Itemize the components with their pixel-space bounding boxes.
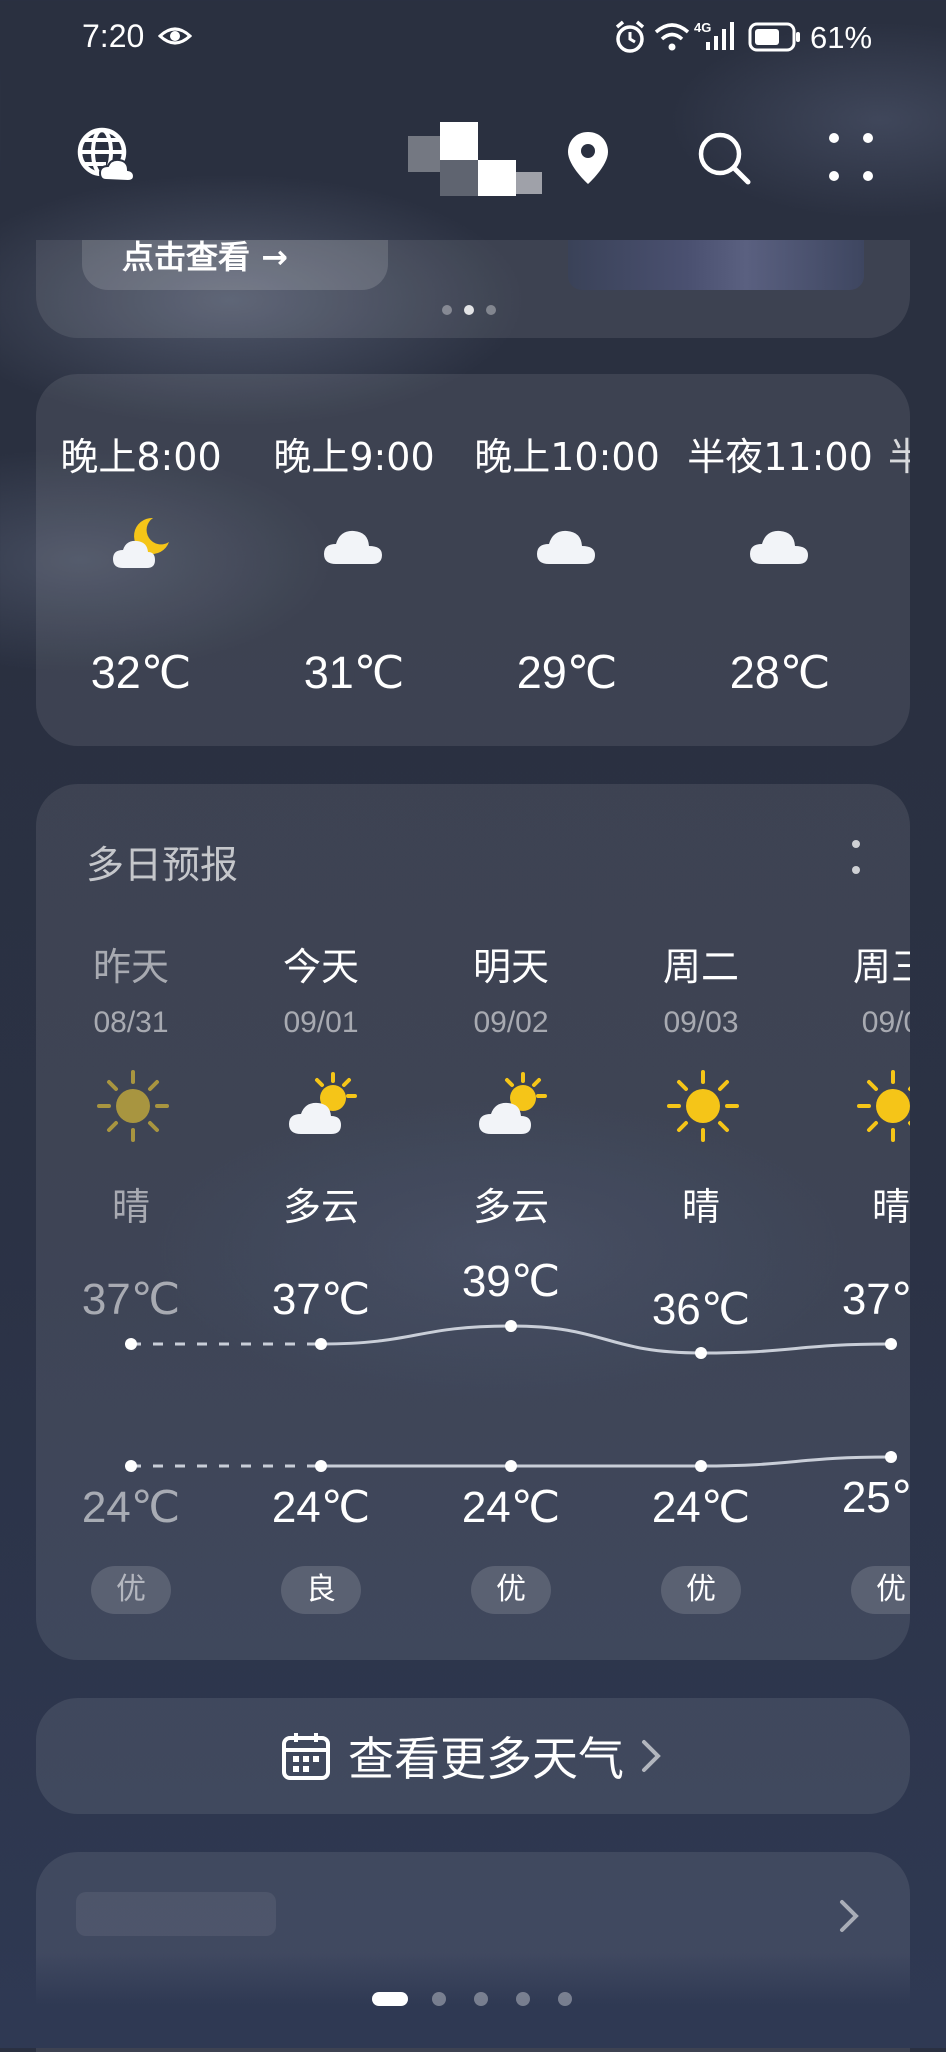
censor-block [440,160,478,196]
high-temp-point [125,1338,137,1350]
hour-time: 晚上8:00 [60,435,222,479]
banner-pager [442,304,502,316]
banner-view-button[interactable]: 点击查看 → [82,238,388,290]
page-dot [558,1992,572,2006]
high-temp-line [320,1324,892,1355]
hour-temp: 31℃ [303,647,405,698]
low-temp-point [505,1460,517,1472]
low-temp-point [315,1460,327,1472]
pager-dot [486,305,496,315]
wifi-icon [654,23,690,51]
moon-cloud-icon [113,517,169,568]
banner-image [568,240,864,290]
hour-time: 半夜11:00 [687,435,873,479]
chevron-right-icon [642,1740,661,1772]
cloud-icon [324,530,382,564]
search-button[interactable] [694,128,754,188]
city-name-censored [400,122,550,202]
hour-item: 半夜11:00 28℃ [675,374,885,746]
low-temp-point [885,1451,897,1463]
low-temp-line [320,1455,892,1468]
more-menu-button[interactable] [826,130,876,186]
alarm-icon [615,20,645,53]
cloud-icon [750,530,808,564]
location-pin-icon [568,132,608,184]
more-weather-label: 查看更多天气 [348,1732,624,1786]
eye-icon [158,27,192,45]
more-icon [829,133,873,181]
hour-temp: 29℃ [516,647,618,698]
hour-time: 晚上10:00 [474,435,660,479]
censor-block [516,172,542,194]
low-temp-point [125,1460,137,1472]
high-temp-point [505,1320,517,1332]
battery-icon [748,22,800,52]
search-icon [698,132,751,185]
hourly-forecast-card[interactable]: 晚上8:00 32℃ 晚上9:00 31℃ 晚上10:00 29℃ 半夜11:0… [36,374,910,746]
high-temp-point [695,1347,707,1359]
header [0,100,946,220]
city-manage-button[interactable] [76,126,136,186]
hour-time: 晚上9:00 [273,435,435,479]
signal-icon [706,22,734,50]
more-weather-button[interactable]: 查看更多天气 [36,1698,910,1814]
chevron-right-icon [840,1900,859,1932]
page-dot [516,1992,530,2006]
censor-block [440,122,478,160]
censor-block [478,160,516,196]
banner-view-label: 点击查看 → [122,238,288,276]
high-temp-point [315,1338,327,1350]
pager-dot [442,305,452,315]
hour-item: 晚上9:00 31℃ [249,374,459,746]
banner-card: 点击查看 → [36,238,910,338]
cloud-icon [537,530,595,564]
globe-cloud-icon [77,127,136,183]
page-dot-active [372,1992,408,2006]
hour-temp: 28℃ [729,647,831,698]
low-temp-point [695,1460,707,1472]
page-dot [432,1992,446,2006]
page-dot [474,1992,488,2006]
hour-temp: 32℃ [90,647,192,698]
bottom-card-blurred-title [76,1892,276,1936]
battery-level: 61% [810,20,873,55]
high-temp-point [885,1338,897,1350]
page-indicator[interactable] [0,1990,946,2010]
censor-block [408,136,440,172]
hour-item-cutoff: 半 [888,435,910,479]
status-bar: 7:20 4G 61% [0,0,946,80]
status-time: 7:20 [82,18,145,54]
temperature-chart [125,1320,897,1472]
hour-item: 晚上8:00 32℃ [36,374,246,746]
hour-item: 晚上10:00 29℃ [462,374,672,746]
daily-forecast-card: 多日预报 昨天 08/31 晴 37℃ 24℃ 优 今天 09/01 多云 37… [36,784,910,1660]
pager-dot-active [464,305,474,315]
calendar-icon [282,1733,330,1780]
